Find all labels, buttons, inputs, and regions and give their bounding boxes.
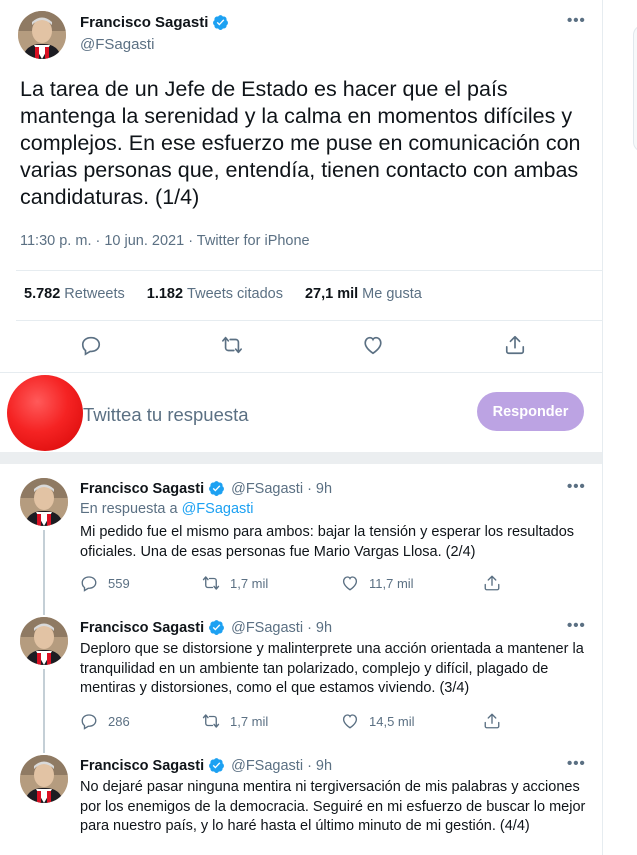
more-options-icon[interactable]: ••• — [567, 12, 586, 29]
avatar[interactable] — [20, 478, 68, 526]
tweet-text: No dejaré pasar ninguna mentira ni tergi… — [80, 779, 586, 834]
avatar[interactable] — [20, 755, 68, 803]
author-name[interactable]: Francisco Sagasti — [80, 620, 204, 636]
user-avatar[interactable] — [7, 375, 83, 451]
tweet-stats: 5.782 Retweets 1.182 Tweets citados 27,1 m… — [24, 286, 422, 302]
reply-count: 559 — [108, 575, 130, 591]
in-reply-to: En respuesta a @FSagasti — [80, 501, 254, 517]
retweet-count: 1,7 mil — [230, 575, 269, 591]
more-options-icon[interactable]: ••• — [567, 617, 586, 634]
reply-input[interactable]: Twittea tu respuesta — [83, 404, 249, 426]
tweet-header: Francisco Sagasti @FSagasti · 9h — [80, 619, 332, 636]
share-action[interactable] — [483, 712, 501, 730]
share-icon — [484, 575, 500, 591]
author-name[interactable]: Francisco Sagasti — [80, 758, 204, 774]
sidebar-card — [633, 25, 637, 152]
handle-time[interactable]: @FSagasti · 9h — [231, 481, 332, 497]
reply-composer: Twittea tu respuesta Responder — [0, 372, 602, 452]
reply-action[interactable]: 286 — [80, 712, 130, 730]
thread-line — [43, 669, 45, 753]
reply-action[interactable]: 559 — [80, 574, 130, 592]
retweet-count: 1,7 mil — [230, 713, 269, 729]
retweet-icon[interactable] — [221, 334, 243, 356]
quotes-label: Tweets citados — [187, 286, 283, 302]
likes-label: Me gusta — [362, 286, 422, 302]
verified-icon — [209, 758, 225, 773]
tweet-text: La tarea de un Jefe de Estado es hacer q… — [20, 77, 581, 209]
share-action[interactable] — [483, 574, 501, 592]
thread-line — [43, 744, 45, 753]
like-count: 14,5 mil — [369, 713, 415, 729]
divider — [16, 270, 602, 271]
retweet-action[interactable]: 1,7 mil — [202, 574, 268, 592]
reply-button[interactable]: Responder — [477, 392, 584, 431]
author-handle[interactable]: @FSagasti — [80, 36, 154, 53]
like-icon[interactable] — [362, 334, 384, 356]
avatar[interactable] — [20, 617, 68, 665]
like-icon — [342, 714, 358, 729]
tweet-meta[interactable]: 11:30 p. m. · 10 jun. 2021 · Twitter for… — [20, 233, 310, 249]
likes-stat[interactable]: 27,1 mil Me gusta — [305, 286, 422, 302]
tweet-text: Deploro que se distorsione y malinterpre… — [80, 641, 584, 696]
handle-time[interactable]: @FSagasti · 9h — [231, 620, 332, 636]
tweet-header: Francisco Sagasti @FSagasti · 9h — [80, 480, 332, 497]
like-action[interactable]: 14,5 mil — [341, 712, 415, 730]
in-reply-prefix: En respuesta a — [80, 501, 178, 517]
retweet-icon — [202, 714, 220, 728]
more-options-icon[interactable]: ••• — [567, 755, 586, 772]
timeline-column: Francisco Sagasti @FSagasti ••• La tarea… — [0, 0, 603, 855]
reply-icon[interactable] — [80, 334, 102, 356]
retweet-action[interactable]: 1,7 mil — [202, 712, 268, 730]
author-name[interactable]: Francisco Sagasti — [80, 481, 204, 497]
tweet-text: Mi pedido fue el mismo para ambos: bajar… — [80, 524, 575, 560]
section-divider — [0, 452, 602, 464]
tweet-actions: 559 1,7 mil 11,7 mil — [80, 574, 590, 594]
like-icon — [342, 576, 358, 591]
divider — [16, 320, 602, 321]
author-name-text[interactable]: Francisco Sagasti — [80, 14, 208, 31]
retweets-stat[interactable]: 5.782 Retweets — [24, 286, 125, 302]
in-reply-handle-link[interactable]: @FSagasti — [182, 501, 254, 517]
thread-line — [43, 530, 45, 612]
retweet-icon — [202, 576, 220, 590]
reply-icon — [81, 576, 97, 592]
retweets-label: Retweets — [64, 286, 125, 302]
tweet-actions: 286 1,7 mil 14,5 mil — [80, 712, 590, 732]
reply-count: 286 — [108, 713, 130, 729]
likes-count: 27,1 mil — [304, 286, 359, 302]
like-action[interactable]: 11,7 mil — [341, 574, 414, 592]
reply-icon — [81, 714, 97, 730]
verified-icon — [209, 481, 225, 496]
tweet-header: Francisco Sagasti @FSagasti · 9h — [80, 757, 332, 774]
author-name[interactable]: Francisco Sagasti — [80, 14, 229, 31]
quotes-count: 1.182 — [146, 286, 184, 302]
quotes-stat[interactable]: 1.182 Tweets citados — [147, 286, 283, 302]
share-icon — [484, 713, 500, 729]
avatar[interactable] — [18, 11, 66, 59]
thread-line — [43, 606, 45, 615]
like-count: 11,7 mil — [369, 575, 414, 591]
handle-time[interactable]: @FSagasti · 9h — [231, 758, 332, 774]
verified-icon — [213, 15, 229, 30]
share-icon[interactable] — [504, 334, 526, 356]
retweets-count: 5.782 — [24, 286, 61, 302]
more-options-icon[interactable]: ••• — [567, 478, 586, 495]
verified-icon — [209, 620, 225, 635]
